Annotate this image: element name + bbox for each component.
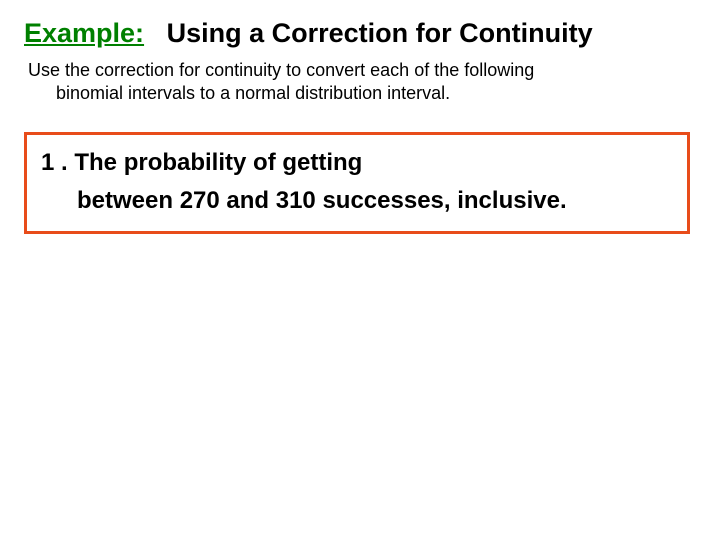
problem-line1: 1 . The probability of getting	[41, 149, 673, 177]
instruction-line1: Use the correction for continuity to con…	[28, 60, 534, 80]
title-rest: Using a Correction for Continuity	[167, 18, 593, 48]
title-label: Example:	[24, 18, 144, 48]
slide-title: Example: Using a Correction for Continui…	[24, 18, 696, 49]
problem-box: 1 . The probability of getting between 2…	[24, 132, 690, 234]
instruction-line2: binomial intervals to a normal distribut…	[28, 82, 656, 105]
title-spacer	[152, 18, 167, 48]
instruction-text: Use the correction for continuity to con…	[24, 59, 696, 104]
problem-line2: between 270 and 310 successes, inclusive…	[41, 187, 673, 215]
